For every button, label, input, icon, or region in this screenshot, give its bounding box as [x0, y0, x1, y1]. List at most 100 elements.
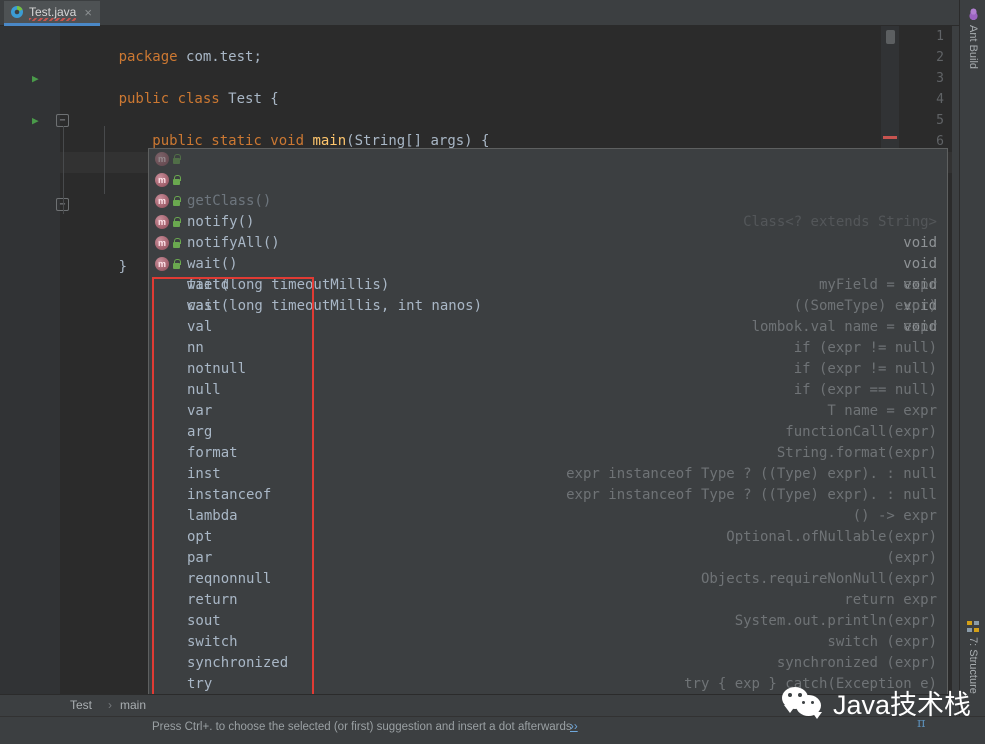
- completion-item-type: expr instanceof Type ? ((Type) expr). : …: [566, 464, 937, 485]
- completion-item-type: myField = expr: [819, 275, 937, 296]
- line-number: 5: [904, 110, 944, 131]
- method-icon: m: [155, 152, 169, 166]
- breadcrumb-method[interactable]: main: [120, 698, 146, 712]
- item-icons: m: [155, 257, 181, 271]
- completion-item-label: return: [187, 590, 238, 611]
- line-number: 1: [904, 26, 944, 47]
- completion-item-label: format: [187, 443, 238, 464]
- public-lock-icon: [172, 238, 181, 249]
- breadcrumb-class[interactable]: Test: [70, 698, 92, 712]
- error-marker[interactable]: [883, 136, 897, 139]
- method-icon: m: [155, 236, 169, 250]
- completion-item-template[interactable]: argfunctionCall(expr): [149, 422, 947, 443]
- completion-item-template[interactable]: lambda () -> expr: [149, 506, 947, 527]
- completion-item-template[interactable]: sout System.out.println(expr): [149, 611, 947, 632]
- completion-item-template[interactable]: field myField = expr: [149, 275, 947, 296]
- completion-item[interactable]: m getClass() Class<? extends String>: [149, 149, 947, 170]
- close-icon[interactable]: ×: [84, 6, 92, 19]
- completion-item-template[interactable]: notnullif (expr != null): [149, 359, 947, 380]
- public-lock-icon: [172, 154, 181, 165]
- completion-hint-text: Press Ctrl+. to choose the selected (or …: [152, 721, 572, 733]
- completion-item-template[interactable]: instanceof expr instanceof Type ? ((Type)…: [149, 485, 947, 506]
- tab-label: Test.java: [29, 5, 76, 19]
- completion-item-template[interactable]: synchronizedsynchronized (expr): [149, 653, 947, 674]
- code-token: Test: [228, 91, 262, 107]
- watermark-text: Java技术栈: [833, 683, 971, 722]
- vertical-scrollbar-thumb[interactable]: [886, 30, 895, 44]
- item-icons: m: [155, 152, 181, 166]
- method-icon: m: [155, 257, 169, 271]
- completion-item[interactable]: m wait(long timeoutMillis, int nanos) vo…: [149, 254, 947, 275]
- watermark: Java技术栈: [782, 683, 971, 722]
- public-lock-icon: [172, 217, 181, 228]
- completion-item-template[interactable]: return return expr: [149, 590, 947, 611]
- completion-item-label: lambda: [187, 506, 238, 527]
- completion-item-label: par: [187, 548, 212, 569]
- run-method-icon[interactable]: ▶: [32, 110, 44, 131]
- ant-icon: [967, 8, 980, 21]
- code-line: public static void main(String[] args) {: [68, 110, 489, 131]
- intellij-window: Test.java × 1 2 3 4 5 6 7 8 9 10 11 12 ▶…: [0, 0, 985, 744]
- completion-item-type: synchronized (expr): [777, 653, 937, 674]
- completion-item[interactable]: m notifyAll() void: [149, 191, 947, 212]
- pi-icon: π: [917, 716, 926, 731]
- tool-button-label: Ant Build: [967, 25, 979, 69]
- completion-item-label: field: [187, 275, 229, 296]
- completion-item-template[interactable]: cast((SomeType) expr): [149, 296, 947, 317]
- completion-item-template[interactable]: val lombok.val name = expr: [149, 317, 947, 338]
- method-icon: m: [155, 215, 169, 229]
- completion-item-template[interactable]: switch switch (expr): [149, 632, 947, 653]
- completion-item-label: val: [187, 317, 212, 338]
- completion-item-type: System.out.println(expr): [735, 611, 937, 632]
- breadcrumb-separator: ›: [108, 698, 112, 712]
- completion-item-type: Objects.requireNonNull(expr): [701, 569, 937, 590]
- completion-item-type: Optional.ofNullable(expr): [726, 527, 937, 548]
- item-icons: m: [155, 194, 181, 208]
- completion-item-type: (expr): [886, 548, 937, 569]
- completion-item-template[interactable]: nullif (expr == null): [149, 380, 947, 401]
- completion-item-label: reqnonnull: [187, 569, 271, 590]
- code-completion-popup[interactable]: m getClass() Class<? extends String> m n…: [148, 148, 948, 712]
- completion-item-label: cast: [187, 296, 221, 317]
- completion-item-type: lombok.val name = expr: [752, 317, 937, 338]
- tab-test-java[interactable]: Test.java ×: [4, 1, 100, 26]
- completion-item-label: instanceof: [187, 485, 271, 506]
- completion-item-template[interactable]: optOptional.ofNullable(expr): [149, 527, 947, 548]
- completion-item[interactable]: m notify() void: [149, 170, 947, 191]
- public-lock-icon: [172, 259, 181, 270]
- item-icons: m: [155, 173, 181, 187]
- completion-item-type: expr instanceof Type ? ((Type) expr). : …: [566, 485, 937, 506]
- method-icon: m: [155, 173, 169, 187]
- line-number: 4: [904, 89, 944, 110]
- completion-hint-more-link[interactable]: ››: [570, 721, 578, 733]
- completion-item-template[interactable]: format String.format(expr): [149, 443, 947, 464]
- right-tool-window-bar: Ant Build 7: Structure: [959, 0, 985, 716]
- completion-item-type: String.format(expr): [777, 443, 937, 464]
- line-number: 3: [904, 68, 944, 89]
- completion-item-template[interactable]: par (expr): [149, 548, 947, 569]
- editor-gutter[interactable]: [0, 26, 60, 694]
- tool-button-ant-build[interactable]: Ant Build: [962, 8, 984, 69]
- completion-item-label: nn: [187, 338, 204, 359]
- code-line: public class Test {: [68, 68, 279, 89]
- completion-item[interactable]: m wait(long timeoutMillis) void: [149, 233, 947, 254]
- completion-item[interactable]: m wait() void: [149, 212, 947, 233]
- completion-item-label: try: [187, 674, 212, 695]
- completion-item-type: () -> expr: [853, 506, 937, 527]
- run-class-icon[interactable]: ▶: [32, 68, 44, 89]
- completion-item-label: switch: [187, 632, 238, 653]
- completion-item-template[interactable]: reqnonnull Objects.requireNonNull(expr): [149, 569, 947, 590]
- completion-item-type: return expr: [844, 590, 937, 611]
- editor-tab-bar: Test.java ×: [0, 0, 985, 26]
- completion-item-label: inst: [187, 464, 221, 485]
- public-lock-icon: [172, 175, 181, 186]
- completion-item-type: if (expr != null): [794, 359, 937, 380]
- method-icon: m: [155, 194, 169, 208]
- completion-item-template[interactable]: inst expr instanceof Type ? ((Type) expr)…: [149, 464, 947, 485]
- completion-item-type: switch (expr): [827, 632, 937, 653]
- completion-item-label: sout: [187, 611, 221, 632]
- completion-item-template[interactable]: varT name = expr: [149, 401, 947, 422]
- completion-item-template[interactable]: nn if (expr != null): [149, 338, 947, 359]
- completion-item-type: if (expr != null): [794, 338, 937, 359]
- code-token: com.test;: [186, 49, 262, 65]
